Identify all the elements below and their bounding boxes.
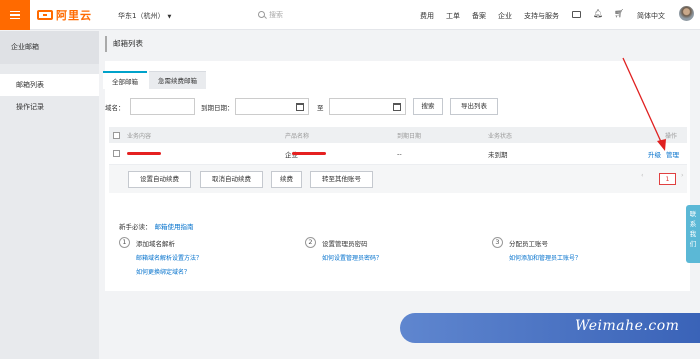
row-content <box>127 143 161 164</box>
col-expiry: 到期日期 <box>397 132 422 140</box>
to-label: 至 <box>317 104 324 112</box>
search-icon <box>258 11 265 18</box>
renew-button[interactable]: 续费 <box>271 171 302 188</box>
cart-icon[interactable]: 🛒︎ <box>614 9 624 19</box>
top-bar: 阿里云 华东1（杭州） ▼ 搜索 费用 工单 备案 企业 支持与服务 🔔︎ 🛒︎ … <box>0 0 700 30</box>
page-title: 邮箱列表 <box>105 36 143 52</box>
sidebar-title: 企业邮箱 <box>0 31 99 64</box>
step-number: 3 <box>492 237 503 248</box>
nav-billing[interactable]: 费用 <box>420 11 434 21</box>
guide-heading: 新手必读： 邮箱使用指南 <box>119 221 194 231</box>
watermark-text: Weimahe.com <box>575 318 680 334</box>
step-link[interactable]: 邮箱域名解析设置方法？ <box>136 253 202 262</box>
redaction-mark <box>127 152 161 155</box>
getting-started-guide: 新手必读： 邮箱使用指南 1 添加域名解析 邮箱域名解析设置方法？ 如何更换绑定域… <box>105 213 690 291</box>
prev-page-button[interactable]: ‹ <box>641 171 644 179</box>
expiry-end-input[interactable] <box>329 98 406 115</box>
contact-us-tab[interactable]: 联 系 我 们 <box>686 205 700 263</box>
avatar[interactable] <box>679 6 694 21</box>
side-tab-char: 我 <box>689 230 697 238</box>
mailbox-table: 业务内容 产品名称 到期日期 业务状态 操作 企业 -- 未到期 升级 管理 设… <box>109 127 687 193</box>
guide-link[interactable]: 邮箱使用指南 <box>155 223 194 231</box>
step-link[interactable]: 如何设置管理员密码？ <box>322 253 382 262</box>
domain-input[interactable] <box>130 98 195 115</box>
expiry-start-input[interactable] <box>235 98 309 115</box>
side-tab-char: 联 <box>689 210 697 218</box>
step-title: 添加域名解析 <box>136 240 175 248</box>
table-row: 企业 -- 未到期 升级 管理 <box>109 143 687 165</box>
guide-heading-label: 新手必读： <box>119 223 152 231</box>
tab-all-mailboxes[interactable]: 全部邮箱 <box>103 71 147 89</box>
nav-tickets[interactable]: 工单 <box>446 11 460 21</box>
tab-bar: 全部邮箱 急需续费邮箱 <box>103 71 208 89</box>
bell-icon[interactable]: 🔔︎ <box>593 9 603 19</box>
nav-support[interactable]: 支持与服务 <box>524 11 559 21</box>
transfer-account-button[interactable]: 转至其他账号 <box>310 171 373 188</box>
row-product: 企业 <box>285 143 326 164</box>
table-header: 业务内容 产品名称 到期日期 业务状态 操作 <box>109 127 687 143</box>
select-all-checkbox[interactable] <box>113 131 120 139</box>
col-product: 产品名称 <box>285 132 310 140</box>
calendar-icon[interactable] <box>393 103 401 111</box>
search-placeholder: 搜索 <box>269 10 283 19</box>
redaction-mark <box>292 152 326 155</box>
step-number: 1 <box>119 237 130 248</box>
search-input[interactable]: 搜索 <box>258 9 358 20</box>
annotation-arrow-icon <box>622 57 666 151</box>
row-expiry: -- <box>397 149 402 158</box>
cancel-auto-renew-button[interactable]: 取消自动续费 <box>200 171 263 188</box>
col-status: 业务状态 <box>488 132 513 140</box>
sidebar: 企业邮箱 邮箱列表 操作记录 <box>0 31 99 359</box>
row-checkbox[interactable] <box>113 150 120 157</box>
side-tab-char: 们 <box>689 240 697 248</box>
calendar-icon[interactable] <box>296 103 304 111</box>
step-title: 设置管理员密码 <box>322 240 368 248</box>
nav-enterprise[interactable]: 企业 <box>498 11 512 21</box>
nav-filing[interactable]: 备案 <box>472 11 486 21</box>
row-status: 未到期 <box>488 150 508 159</box>
menu-icon[interactable] <box>0 0 30 30</box>
next-page-button[interactable]: › <box>681 171 684 179</box>
current-page[interactable]: 1 <box>659 173 676 185</box>
step-link[interactable]: 如何添加和管理员工账号？ <box>509 253 581 262</box>
region-selector[interactable]: 华东1（杭州） ▼ <box>118 11 171 21</box>
export-list-button[interactable]: 导出列表 <box>450 98 498 115</box>
monitor-icon[interactable] <box>572 11 581 18</box>
side-tab-char: 系 <box>689 220 697 228</box>
language-switch[interactable]: 简体中文 <box>637 11 665 21</box>
tab-renewal-needed[interactable]: 急需续费邮箱 <box>149 71 206 89</box>
aliyun-logo[interactable]: 阿里云 <box>37 8 92 22</box>
col-content: 业务内容 <box>127 132 152 140</box>
enable-auto-renew-button[interactable]: 设置自动续费 <box>128 171 191 188</box>
step-title: 分配员工账号 <box>509 240 548 248</box>
table-footer: 设置自动续费 取消自动续费 续费 转至其他账号 ‹ 1 › <box>109 165 687 193</box>
filter-bar: 域名： 到期日期： 至 搜索 导出列表 <box>105 97 685 117</box>
main-content: 邮箱列表 全部邮箱 急需续费邮箱 域名： 到期日期： 至 搜索 导出列表 业务内… <box>99 31 700 359</box>
step-link[interactable]: 如何更换绑定域名？ <box>136 267 190 276</box>
chevron-down-icon: ▼ <box>167 14 172 20</box>
expiry-label: 到期日期： <box>201 104 234 112</box>
search-button[interactable]: 搜索 <box>413 98 443 115</box>
logo-mark-icon <box>37 10 53 20</box>
region-label: 华东1（杭州） <box>118 12 165 20</box>
domain-label: 域名： <box>105 104 125 112</box>
step-number: 2 <box>305 237 316 248</box>
sidebar-item-operation-log[interactable]: 操作记录 <box>0 96 99 118</box>
sidebar-item-mailbox-list[interactable]: 邮箱列表 <box>0 74 99 96</box>
